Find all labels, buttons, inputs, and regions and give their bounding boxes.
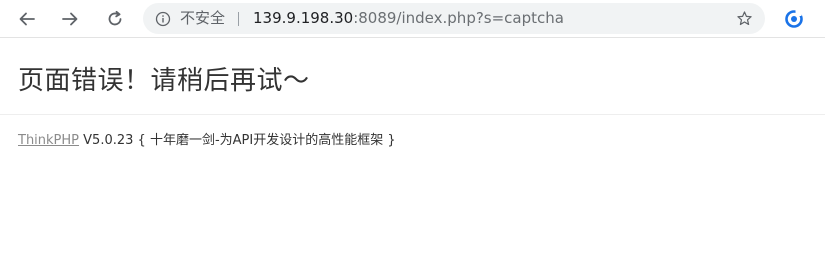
error-message: 页面错误！请稍后再试～ [18,66,310,96]
star-icon[interactable] [736,10,753,27]
browser-toolbar: 不安全 139.9.198.30:8089/index.php?s=captch… [0,0,825,38]
address-bar[interactable]: 不安全 139.9.198.30:8089/index.php?s=captch… [143,3,765,34]
reload-icon [108,10,122,26]
forward-arrow-icon [62,12,78,26]
security-status-label[interactable]: 不安全 [180,3,225,34]
extension-icon[interactable] [784,9,804,29]
version-label: V5.0.23 [83,133,134,148]
address-separator [238,12,239,26]
forward-button[interactable] [55,4,85,34]
framework-footer: ThinkPHP V5.0.23 { 十年磨一剑-为API开发设计的高性能框架 … [18,129,396,148]
url-path: :8089/index.php?s=captcha [353,9,564,27]
reload-button[interactable] [100,4,130,34]
thinkphp-link[interactable]: ThinkPHP [18,133,79,148]
url-host: 139.9.198.30 [253,9,354,27]
divider [0,114,825,115]
info-icon[interactable] [155,11,171,27]
back-button[interactable] [12,4,42,34]
framework-tagline: { 十年磨一剑-为API开发设计的高性能框架 } [137,133,396,148]
url-text[interactable]: 139.9.198.30:8089/index.php?s=captcha [253,3,564,34]
back-arrow-icon [19,12,35,26]
